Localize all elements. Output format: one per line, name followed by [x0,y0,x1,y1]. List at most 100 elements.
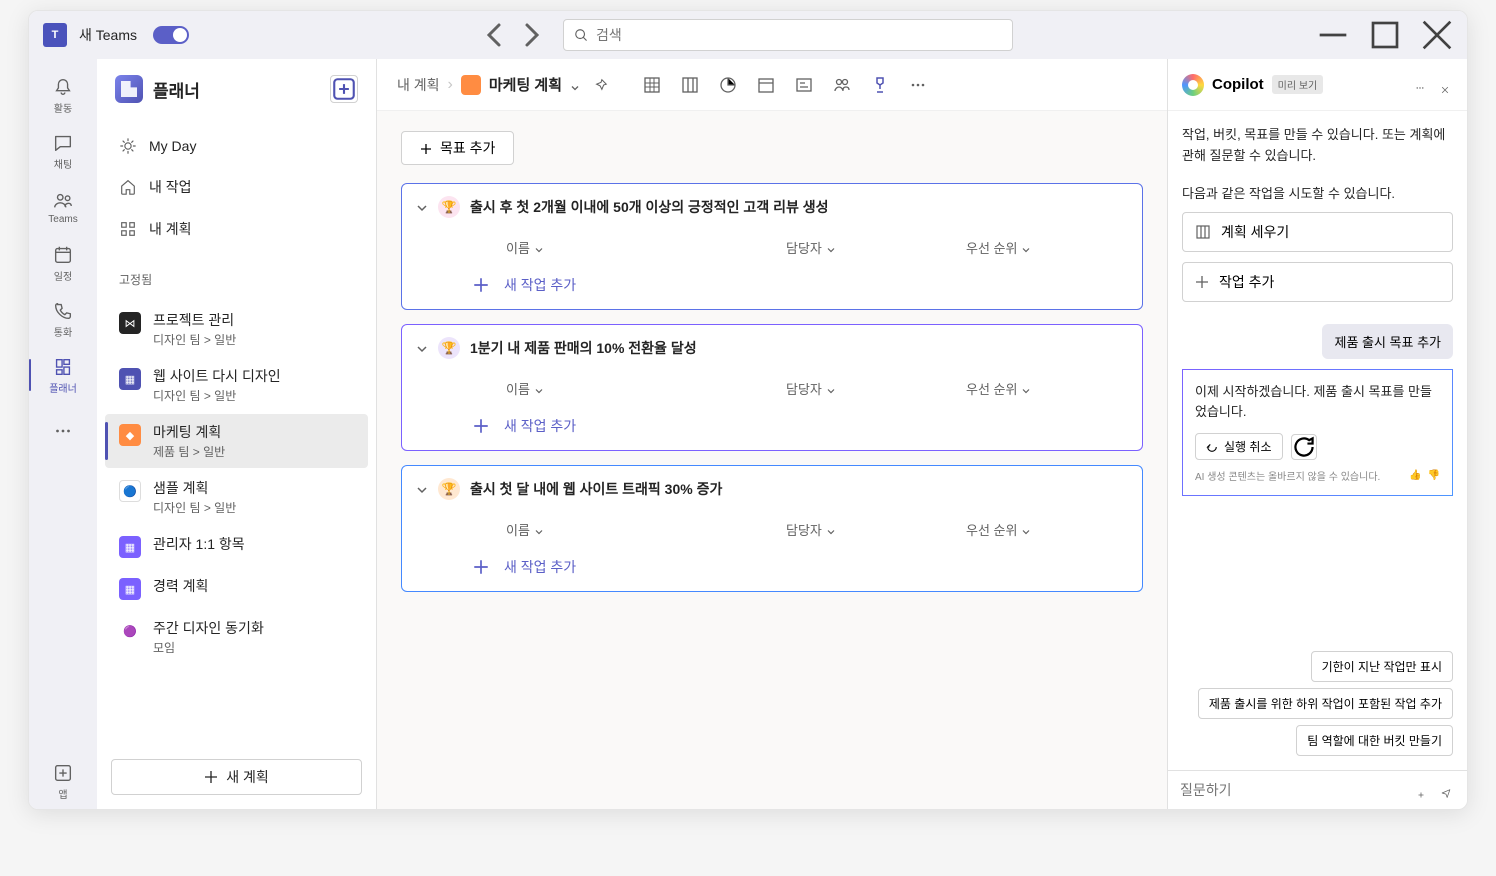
rail-activity[interactable]: 활동 [29,67,97,123]
rail-calls[interactable]: 통화 [29,291,97,347]
plan-tile-icon: 🔵 [119,480,141,502]
more-icon [52,420,74,442]
nav-forward-button[interactable] [515,19,547,51]
copilot-intro-text: 작업, 버킷, 목표를 만들 수 있습니다. 또는 계획에 관해 질문할 수 있… [1182,125,1453,167]
ai-disclaimer-text: AI 생성 콘텐츠는 올바르지 않을 수 있습니다. [1195,468,1380,483]
col-priority[interactable]: 우선 순위 [966,238,1106,257]
rail-more[interactable] [29,403,97,459]
undo-icon [1206,441,1218,453]
breadcrumb: 내 계획 › 마케팅 계획 [397,74,608,95]
pinned-section-label: 고정됨 [97,257,376,294]
new-tab-button[interactable] [330,75,358,103]
suggestion-chip[interactable]: 제품 출시를 위한 하위 작업이 포함된 작업 추가 [1198,688,1453,719]
collapse-chevron-icon[interactable] [416,342,428,354]
view-people-icon[interactable] [832,75,852,95]
col-priority[interactable]: 우선 순위 [966,520,1106,539]
plan-title: 마케팅 계획 [489,74,562,95]
rail-chat[interactable]: 채팅 [29,123,97,179]
new-teams-toggle[interactable] [153,26,189,44]
view-board-icon[interactable] [680,75,700,95]
rail-calendar[interactable]: 일정 [29,235,97,291]
plan-tile-icon: ⋈ [119,312,141,334]
calendar-icon [52,244,74,266]
view-chart-icon[interactable] [718,75,738,95]
attach-button[interactable] [1413,782,1429,798]
window-minimize-button[interactable] [1311,19,1355,51]
thumbs-down-button[interactable]: 👎 [1428,470,1440,481]
collapse-chevron-icon[interactable] [416,483,428,495]
add-task-button[interactable]: 새 작업 추가 [458,406,1128,450]
window-close-button[interactable] [1415,19,1459,51]
collapse-chevron-icon[interactable] [416,201,428,213]
board-icon [1195,224,1211,240]
goal-title[interactable]: 출시 후 첫 2개월 이내에 50개 이상의 긍정적인 고객 리뷰 생성 [470,197,829,217]
nav-my-day[interactable]: My Day [105,127,368,165]
plan-item-2[interactable]: ◆ 마케팅 계획제품 팀 > 일반 [105,414,368,468]
nav-my-tasks[interactable]: 내 작업 [105,167,368,207]
copilot-panel: Copilot 미리 보기 작업, 버킷, 목표를 만들 수 있습니다. 또는 … [1167,59,1467,809]
suggestion-chip[interactable]: 팀 역할에 대한 버킷 만들기 [1296,725,1453,756]
pin-icon[interactable] [594,78,608,92]
plan-item-1[interactable]: ▦ 웹 사이트 다시 디자인디자인 팀 > 일반 [105,358,368,412]
new-plan-button[interactable]: 새 계획 [111,759,362,795]
col-name[interactable]: 이름 [506,238,786,257]
plan-item-4[interactable]: ▦ 관리자 1:1 항목 [105,526,368,566]
plus-icon [204,770,218,784]
copilot-input[interactable] [1180,782,1405,798]
nav-my-plans[interactable]: 내 계획 [105,209,368,249]
col-assignee[interactable]: 담당자 [786,520,966,539]
undo-button[interactable]: 실행 취소 [1195,433,1283,460]
goal-title[interactable]: 출시 첫 달 내에 웹 사이트 트래픽 30% 증가 [470,479,722,499]
copilot-title: Copilot [1212,76,1264,93]
trophy-icon: 🏆 [438,196,460,218]
rail-teams[interactable]: Teams [29,179,97,235]
window-maximize-button[interactable] [1363,19,1407,51]
regenerate-button[interactable] [1291,434,1317,460]
copilot-input-row [1168,770,1467,809]
search-input[interactable] [596,27,1002,43]
chevron-right-icon: › [448,76,453,94]
plan-item-0[interactable]: ⋈ 프로젝트 관리디자인 팀 > 일반 [105,302,368,356]
goal-title[interactable]: 1분기 내 제품 판매의 10% 전환율 달성 [470,338,697,358]
col-name[interactable]: 이름 [506,379,786,398]
chat-icon [52,132,74,154]
trophy-icon: 🏆 [438,478,460,500]
breadcrumb-root[interactable]: 내 계획 [397,75,440,95]
suggestion-chip[interactable]: 기한이 지난 작업만 표시 [1311,651,1453,682]
col-name[interactable]: 이름 [506,520,786,539]
plan-item-6[interactable]: 🟣 주간 디자인 동기화모임 [105,610,368,664]
more-icon[interactable] [908,75,928,95]
send-button[interactable] [1437,781,1455,799]
content-header: 내 계획 › 마케팅 계획 [377,59,1167,111]
titlebar: 새 Teams [29,11,1467,59]
view-grid-icon[interactable] [642,75,662,95]
search-icon [574,28,588,42]
view-goals-icon[interactable] [870,75,890,95]
copilot-more-button[interactable] [1411,76,1429,94]
chevron-down-icon [534,384,544,394]
chevron-down-icon [826,243,836,253]
thumbs-up-button[interactable]: 👍 [1409,470,1421,481]
copilot-action-add-task[interactable]: 작업 추가 [1182,262,1453,302]
view-schedule-icon[interactable] [756,75,776,95]
plus-icon [472,417,490,435]
plan-item-3[interactable]: 🔵 샘플 계획디자인 팀 > 일반 [105,470,368,524]
nav-back-button[interactable] [479,19,511,51]
task-column-headers: 이름 담당자 우선 순위 [458,512,1128,547]
col-priority[interactable]: 우선 순위 [966,379,1106,398]
search-box[interactable] [563,19,1013,51]
add-goal-button[interactable]: 목표 추가 [401,131,514,165]
copilot-action-plan[interactable]: 계획 세우기 [1182,212,1453,252]
add-task-button[interactable]: 새 작업 추가 [458,265,1128,309]
rail-apps[interactable]: 앱 [29,753,97,809]
copilot-close-button[interactable] [1437,77,1453,93]
col-assignee[interactable]: 담당자 [786,238,966,257]
chevron-down-icon[interactable] [570,80,580,90]
plan-item-5[interactable]: ▦ 경력 계획 [105,568,368,608]
rail-planner[interactable]: 플래너 [29,347,97,403]
view-timeline-icon[interactable] [794,75,814,95]
add-task-button[interactable]: 새 작업 추가 [458,547,1128,591]
trophy-icon: 🏆 [438,337,460,359]
chevron-down-icon [1021,243,1031,253]
col-assignee[interactable]: 담당자 [786,379,966,398]
